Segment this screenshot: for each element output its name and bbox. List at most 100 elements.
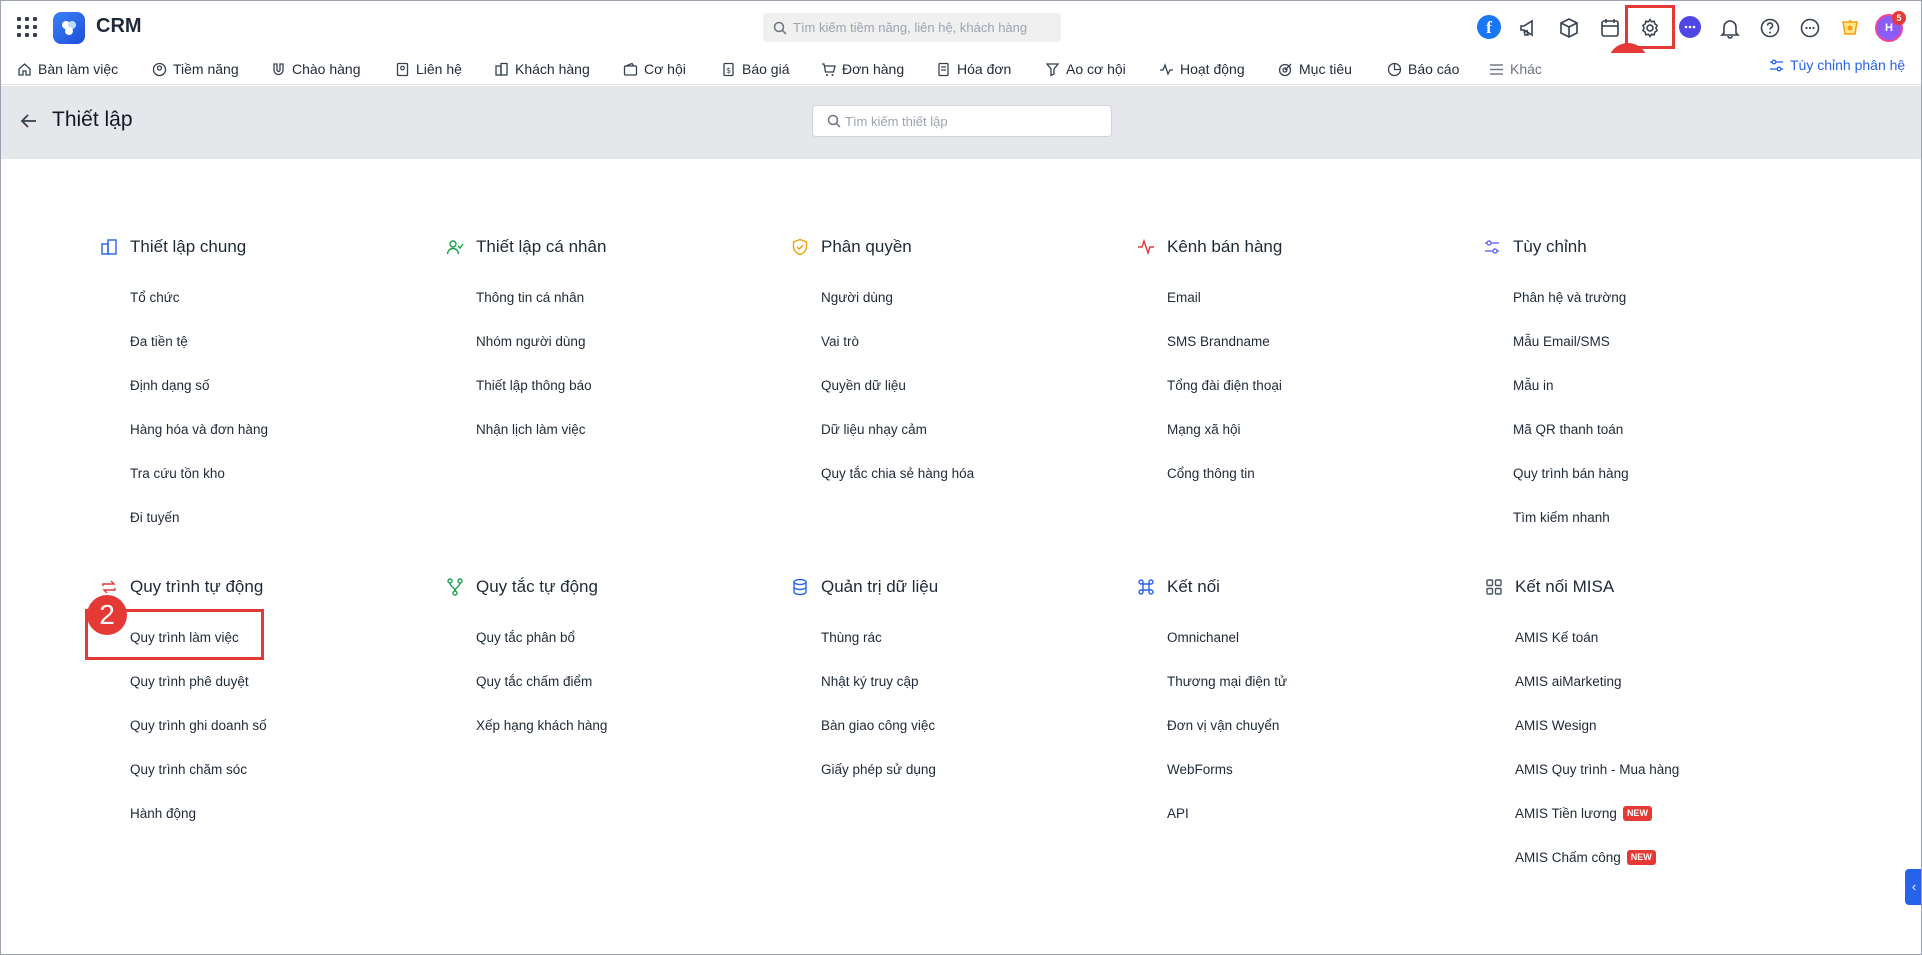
nav-item-chao-hang[interactable]: Chào hàng: [271, 57, 361, 81]
link-thuong-mai-dien-tu[interactable]: Thương mại điện tử: [1167, 659, 1487, 703]
link-mau-email-sms[interactable]: Mẫu Email/SMS: [1513, 319, 1833, 363]
nav-item-tiem-nang[interactable]: Tiềm năng: [152, 57, 239, 81]
chat-icon[interactable]: [1679, 16, 1701, 38]
nav-item-bao-gia[interactable]: $ Báo giá: [721, 57, 789, 81]
group-title: Kênh bán hàng: [1167, 237, 1283, 256]
link-quy-trinh-ban-hang[interactable]: Quy trình bán hàng: [1513, 451, 1833, 495]
link-quy-trinh-cham-soc[interactable]: Quy trình chăm sóc: [130, 747, 450, 791]
notification-badge: 5: [1892, 11, 1906, 25]
nav-item-more[interactable]: Khác: [1489, 57, 1542, 81]
link-nhan-lich-lam-viec[interactable]: Nhận lịch làm việc: [476, 407, 796, 451]
back-arrow-icon[interactable]: [19, 111, 39, 131]
nav-item-don-hang[interactable]: Đơn hàng: [821, 57, 904, 81]
apps-grid-icon[interactable]: [17, 17, 37, 37]
link-du-lieu-nhay-cam[interactable]: Dữ liệu nhạy cảm: [821, 407, 1141, 451]
settings-search-input[interactable]: [845, 113, 1105, 129]
link-di-tuyen[interactable]: Đi tuyến: [130, 495, 450, 539]
package-icon[interactable]: [1556, 15, 1582, 41]
more-options-icon[interactable]: [1797, 15, 1823, 41]
search-icon: [827, 114, 841, 128]
link-to-chuc[interactable]: Tổ chức: [130, 275, 450, 319]
nav-item-hoa-don[interactable]: Hóa đơn: [936, 57, 1011, 81]
link-amis-quy-trinh-mua-hang[interactable]: AMIS Quy trình - Mua hàng: [1515, 747, 1835, 791]
link-ban-giao-cong-viec[interactable]: Bàn giao công việc: [821, 703, 1141, 747]
link-xep-hang-khach-hang[interactable]: Xếp hạng khách hàng: [476, 703, 796, 747]
bell-icon[interactable]: [1717, 15, 1743, 41]
app-title: CRM: [96, 15, 142, 37]
link-api[interactable]: API: [1167, 791, 1487, 835]
link-tra-cuu-ton-kho[interactable]: Tra cứu tồn kho: [130, 451, 450, 495]
database-icon: [793, 578, 807, 596]
nav-item-bao-cao[interactable]: Báo cáo: [1387, 57, 1459, 81]
link-thung-rac[interactable]: Thùng rác: [821, 615, 1141, 659]
pie-chart-icon: [1387, 62, 1402, 76]
link-tim-kiem-nhanh[interactable]: Tìm kiếm nhanh: [1513, 495, 1833, 539]
help-icon[interactable]: [1757, 15, 1783, 41]
link-email[interactable]: Email: [1167, 275, 1487, 319]
link-ma-qr[interactable]: Mã QR thanh toán: [1513, 407, 1833, 451]
nav-item-ban-lam-viec[interactable]: Bàn làm việc: [17, 57, 118, 81]
link-thiet-lap-thong-bao[interactable]: Thiết lập thông báo: [476, 363, 796, 407]
group-header: Quản trị dữ liệu: [791, 575, 1141, 599]
link-giay-phep-su-dung[interactable]: Giấy phép sử dụng: [821, 747, 1141, 791]
link-quy-trinh-phe-duyet[interactable]: Quy trình phê duyệt: [130, 659, 450, 703]
link-dinh-dang-so[interactable]: Định dạng số: [130, 363, 450, 407]
nav-item-lien-he[interactable]: Liên hệ: [395, 57, 462, 81]
link-amis-tien-luong[interactable]: AMIS Tiền lương NEW: [1515, 791, 1835, 835]
global-search-input[interactable]: [793, 20, 1053, 35]
link-cong-thong-tin[interactable]: Cổng thông tin: [1167, 451, 1487, 495]
link-phan-he-truong[interactable]: Phân hệ và trường: [1513, 275, 1833, 319]
facebook-icon[interactable]: f: [1477, 15, 1501, 39]
link-vai-tro[interactable]: Vai trò: [821, 319, 1141, 363]
link-hang-hoa-don-hang[interactable]: Hàng hóa và đơn hàng: [130, 407, 450, 451]
new-badge: NEW: [1626, 849, 1656, 865]
link-don-vi-van-chuyen[interactable]: Đơn vị vận chuyển: [1167, 703, 1487, 747]
home-icon: [18, 62, 31, 76]
link-mang-xa-hoi[interactable]: Mạng xã hội: [1167, 407, 1487, 451]
branch-icon: [447, 578, 463, 596]
link-quy-tac-cham-diem[interactable]: Quy tắc chấm điểm: [476, 659, 796, 703]
link-sms-brandname[interactable]: SMS Brandname: [1167, 319, 1487, 363]
nav-item-co-hoi[interactable]: Cơ hội: [623, 57, 686, 81]
link-quy-trinh-ghi-doanh-so[interactable]: Quy trình ghi doanh số: [130, 703, 450, 747]
customize-modules-link[interactable]: Tùy chỉnh phân hệ: [1769, 57, 1905, 73]
link-nhat-ky-truy-cap[interactable]: Nhật ký truy cập: [821, 659, 1141, 703]
reward-icon[interactable]: [1837, 15, 1863, 41]
link-amis-cham-cong[interactable]: AMIS Chấm công NEW: [1515, 835, 1835, 879]
cart-icon: [822, 62, 836, 76]
group-title: Thiết lập chung: [130, 237, 247, 256]
link-da-tien-te[interactable]: Đa tiền tệ: [130, 319, 450, 363]
global-search[interactable]: [763, 13, 1061, 42]
link-quy-tac-phan-bo[interactable]: Quy tắc phân bổ: [476, 615, 796, 659]
group-header: Thiết lập cá nhân: [446, 235, 796, 259]
magnet-icon: [273, 62, 284, 75]
link-amis-wesign[interactable]: AMIS Wesign: [1515, 703, 1835, 747]
nav-item-ao-co-hoi[interactable]: Ao cơ hội: [1045, 57, 1126, 81]
link-amis-aimarketing[interactable]: AMIS aiMarketing: [1515, 659, 1835, 703]
megaphone-icon[interactable]: [1516, 15, 1542, 41]
nav-item-khach-hang[interactable]: Khách hàng: [494, 57, 590, 81]
link-amis-ke-toan[interactable]: AMIS Kế toán: [1515, 615, 1835, 659]
step-1-highlight: [1625, 5, 1675, 49]
activity-icon: [1160, 62, 1173, 76]
page-title: Thiết lập: [52, 108, 133, 131]
link-hanh-dong[interactable]: Hành động: [130, 791, 450, 835]
nav-item-muc-tieu[interactable]: Mục tiêu: [1278, 57, 1352, 81]
settings-search[interactable]: [812, 105, 1112, 137]
nav-item-hoat-dong[interactable]: Hoạt động: [1159, 57, 1245, 81]
link-omnichanel[interactable]: Omnichanel: [1167, 615, 1487, 659]
link-quyen-du-lieu[interactable]: Quyền dữ liệu: [821, 363, 1141, 407]
link-mau-in[interactable]: Mẫu in: [1513, 363, 1833, 407]
link-nguoi-dung[interactable]: Người dùng: [821, 275, 1141, 319]
link-nhom-nguoi-dung[interactable]: Nhóm người dùng: [476, 319, 796, 363]
grid-icon: [1486, 579, 1502, 595]
link-thong-tin-ca-nhan[interactable]: Thông tin cá nhân: [476, 275, 796, 319]
group-title: Quản trị dữ liệu: [821, 577, 939, 596]
link-tong-dai[interactable]: Tổng đài điện thoại: [1167, 363, 1487, 407]
collapse-panel-tab[interactable]: ‹: [1905, 869, 1921, 905]
link-webforms[interactable]: WebForms: [1167, 747, 1487, 791]
calendar-icon[interactable]: [1597, 15, 1623, 41]
sliders-icon: [1485, 240, 1499, 254]
user-check-icon: [446, 240, 464, 255]
link-quy-tac-chia-se[interactable]: Quy tắc chia sẻ hàng hóa: [821, 451, 1141, 495]
